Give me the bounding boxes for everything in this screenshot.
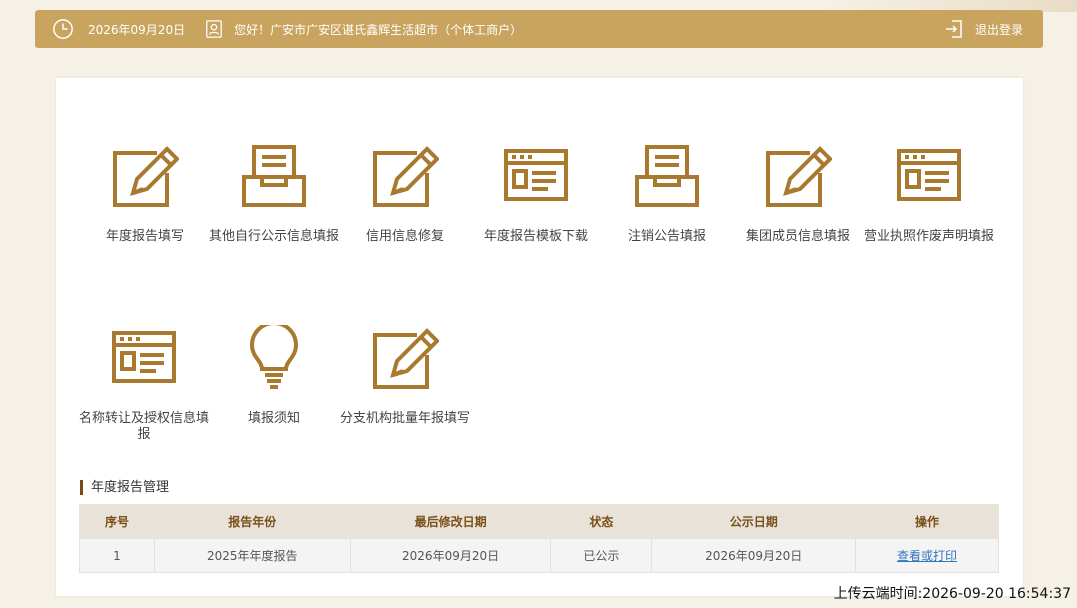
cell-index: 1 xyxy=(79,538,155,573)
col-header-modified: 最后修改日期 xyxy=(349,504,552,539)
view-print-link[interactable]: 查看或打印 xyxy=(897,549,957,563)
tile-label: 其他自行公示信息填报 xyxy=(209,229,340,244)
section-title: 年度报告管理 xyxy=(80,480,169,495)
edit-icon xyxy=(766,146,832,207)
tile-other-public-info[interactable]: 其他自行公示信息填报 xyxy=(209,143,339,245)
col-header-year: 报告年份 xyxy=(153,504,351,539)
tile-credit-repair[interactable]: 信用信息修复 xyxy=(340,143,470,245)
table-row: 1 2025年年度报告 2026年09月20日 已公示 2026年09月20日 … xyxy=(79,538,999,573)
table-header-row: 序号 报告年份 最后修改日期 状态 公示日期 操作 xyxy=(79,504,999,539)
cell-status: 已公示 xyxy=(550,538,653,573)
inbox-tray-icon xyxy=(242,145,306,207)
col-header-index: 序号 xyxy=(79,504,155,539)
tile-template-download[interactable]: 年度报告模板下载 xyxy=(471,143,601,245)
col-header-published: 公示日期 xyxy=(651,504,857,539)
user-badge-icon xyxy=(206,20,222,38)
tile-label: 营业执照作废声明填报 xyxy=(864,229,995,244)
top-bar: 2026年09月20日 您好！广安市广安区谌氏鑫辉生活超市（个体工商户） 退出登… xyxy=(35,10,1043,48)
logout-label: 退出登录 xyxy=(974,22,1023,37)
report-table: 序号 报告年份 最后修改日期 状态 公示日期 操作 1 2025年年度报告 20… xyxy=(79,504,999,573)
tile-name-transfer[interactable]: 名称转让及授权信息填报 xyxy=(79,325,209,443)
current-date: 2026年09月20日 xyxy=(88,22,186,37)
logout-button[interactable]: 退出登录 xyxy=(944,10,1023,48)
cell-published: 2026年09月20日 xyxy=(651,538,857,573)
tile-label: 信用信息修复 xyxy=(365,229,444,244)
tile-license-void-statement[interactable]: 营业执照作废声明填报 xyxy=(864,143,994,245)
clock-icon xyxy=(53,19,73,39)
edit-icon xyxy=(373,146,439,207)
edit-icon xyxy=(373,328,439,389)
col-header-status: 状态 xyxy=(550,504,653,539)
tile-label: 年度报告模板下载 xyxy=(483,229,588,244)
cell-modified: 2026年09月20日 xyxy=(349,538,552,573)
col-header-action: 操作 xyxy=(855,504,999,539)
logout-icon xyxy=(945,20,962,38)
tile-label: 分支机构批量年报填写 xyxy=(340,411,471,426)
tile-label: 注销公告填报 xyxy=(627,229,706,244)
tile-filing-notice[interactable]: 填报须知 xyxy=(209,325,339,427)
window-form-icon xyxy=(897,149,961,201)
edit-icon xyxy=(113,146,179,207)
cell-action: 查看或打印 xyxy=(855,538,999,573)
greeting-text: 您好！广安市广安区谌氏鑫辉生活超市（个体工商户） xyxy=(234,22,523,37)
cell-year: 2025年年度报告 xyxy=(153,538,351,573)
tile-label: 名称转让及授权信息填报 xyxy=(79,411,210,442)
inbox-tray-icon xyxy=(635,145,699,207)
window-form-icon xyxy=(112,331,176,383)
tile-branch-batch-report[interactable]: 分支机构批量年报填写 xyxy=(340,325,470,427)
tile-label: 填报须知 xyxy=(247,411,300,426)
tile-cancellation-notice[interactable]: 注销公告填报 xyxy=(602,143,732,245)
upload-timestamp: 上传云端时间:2026-09-20 16:54:37 xyxy=(833,586,1071,602)
tile-group-member-info[interactable]: 集团成员信息填报 xyxy=(733,143,863,245)
tile-annual-report-fill[interactable]: 年度报告填写 xyxy=(80,143,210,245)
lightbulb-icon xyxy=(249,325,299,389)
tile-label: 集团成员信息填报 xyxy=(745,229,850,244)
tile-label: 年度报告填写 xyxy=(105,229,184,244)
window-form-icon xyxy=(504,149,568,201)
